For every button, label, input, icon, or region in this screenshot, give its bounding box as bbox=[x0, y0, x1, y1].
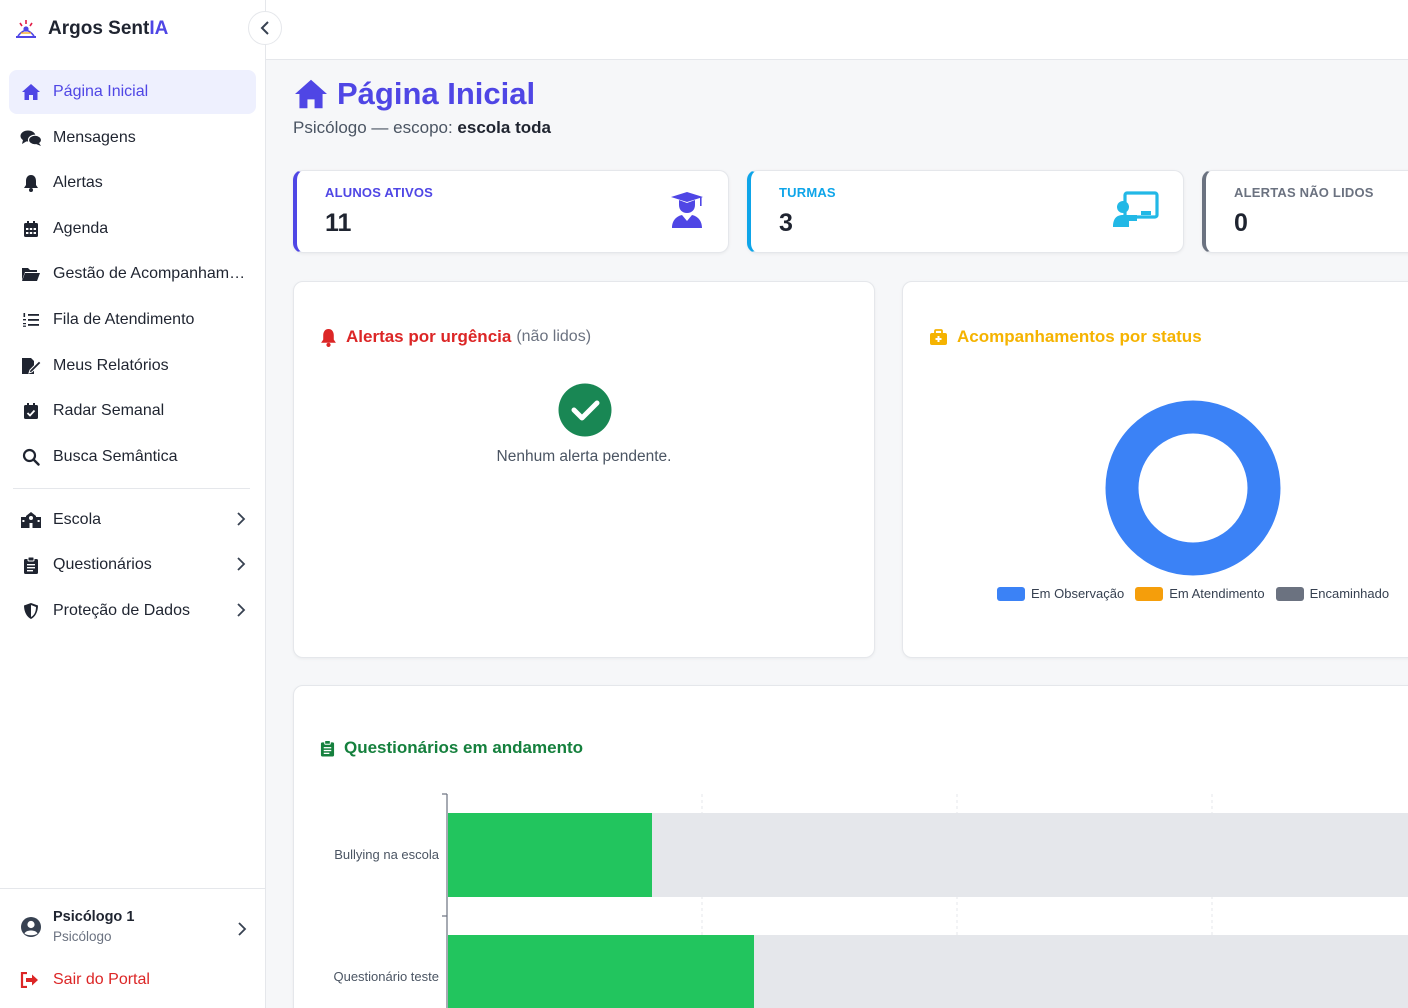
stat-value: 3 bbox=[779, 209, 793, 237]
sidebar-divider bbox=[13, 487, 250, 489]
comments-icon bbox=[20, 128, 42, 148]
legend-swatch bbox=[997, 586, 1025, 601]
status-panel: Acompanhamentos por status Em Observação… bbox=[902, 281, 1408, 658]
stat-card-alertas-nao-lidos[interactable]: ALERTAS NÃO LIDOS 0 bbox=[1202, 170, 1408, 253]
chevron-right-icon bbox=[237, 512, 246, 526]
page-title: Página Inicial bbox=[293, 76, 535, 112]
user-profile[interactable]: Psicólogo 1 Psicólogo bbox=[20, 909, 134, 944]
sidebar-nav: Página Inicial Mensagens Alertas Agenda … bbox=[0, 58, 265, 633]
argos-logo-icon bbox=[16, 20, 36, 38]
sidebar-group-questionarios[interactable]: Questionários bbox=[9, 543, 256, 587]
bar[interactable] bbox=[448, 813, 652, 897]
sidebar-group-protecao-dados[interactable]: Proteção de Dados bbox=[9, 589, 256, 633]
sidebar-item-meus-relatorios[interactable]: Meus Relatórios bbox=[9, 344, 256, 388]
chevron-right-icon bbox=[237, 603, 246, 617]
calendar-icon bbox=[20, 219, 42, 239]
stat-label: ALUNOS ATIVOS bbox=[325, 185, 434, 200]
edit-report-icon bbox=[20, 356, 42, 376]
user-role: Psicólogo bbox=[53, 929, 112, 944]
stat-card-alunos-ativos[interactable]: ALUNOS ATIVOS 11 bbox=[293, 170, 729, 253]
chalkboard-teacher-icon bbox=[1113, 191, 1159, 227]
top-bar bbox=[266, 0, 1408, 60]
bell-icon bbox=[321, 328, 336, 347]
legend-item[interactable]: Em Observação bbox=[997, 586, 1124, 601]
sidebar-item-alertas[interactable]: Alertas bbox=[9, 161, 256, 205]
home-icon bbox=[295, 79, 327, 109]
bar-category-label: Bullying na escola bbox=[334, 847, 440, 862]
check-circle-icon bbox=[558, 383, 612, 437]
sidebar: Argos SentIA Página Inicial Mensagens Al… bbox=[0, 0, 266, 1008]
sidebar-item-fila-atendimento[interactable]: Fila de Atendimento bbox=[9, 298, 256, 342]
stat-card-turmas[interactable]: TURMAS 3 bbox=[747, 170, 1184, 253]
user-graduate-icon bbox=[671, 192, 703, 228]
sidebar-item-mensagens[interactable]: Mensagens bbox=[9, 116, 256, 160]
status-donut-chart bbox=[1105, 400, 1281, 576]
sidebar-item-busca-semantica[interactable]: Busca Semântica bbox=[9, 435, 256, 479]
sidebar-item-pagina-inicial[interactable]: Página Inicial bbox=[9, 70, 256, 114]
calendar-check-icon bbox=[20, 401, 42, 421]
legend-swatch bbox=[1275, 586, 1304, 601]
questionnaires-bar-chart: Bullying na escola Questionário teste bbox=[333, 793, 1408, 1008]
bar[interactable] bbox=[448, 935, 754, 1008]
sign-out-icon bbox=[20, 972, 38, 988]
status-panel-title: Acompanhamentos por status bbox=[929, 327, 1202, 347]
chevron-right-icon bbox=[237, 557, 246, 571]
collapse-sidebar-button[interactable] bbox=[248, 11, 282, 45]
search-icon bbox=[20, 447, 42, 467]
logout-link[interactable]: Sair do Portal bbox=[20, 971, 150, 989]
sidebar-item-agenda[interactable]: Agenda bbox=[9, 207, 256, 251]
folder-open-icon bbox=[20, 264, 42, 284]
sidebar-item-radar-semanal[interactable]: Radar Semanal bbox=[9, 389, 256, 433]
status-chart-legend: Em Observação Em Atendimento Encaminhado bbox=[997, 586, 1400, 601]
user-block: Psicólogo 1 Psicólogo Sair do Portal bbox=[0, 888, 265, 1008]
shield-icon bbox=[20, 601, 42, 621]
sidebar-group-escola[interactable]: Escola bbox=[9, 498, 256, 542]
page-subtitle: Psicólogo — escopo: escola toda bbox=[293, 118, 551, 137]
school-icon bbox=[20, 510, 42, 530]
brand[interactable]: Argos SentIA bbox=[0, 0, 265, 58]
briefcase-medical-icon bbox=[930, 328, 947, 345]
brand-name: Argos SentIA bbox=[48, 18, 169, 39]
donut-slice[interactable] bbox=[1105, 400, 1281, 576]
user-avatar-icon bbox=[21, 916, 41, 937]
sidebar-item-gestao-acompanhamentos[interactable]: Gestão de Acompanhame… bbox=[9, 252, 256, 296]
chevron-left-icon bbox=[260, 21, 269, 35]
bell-icon bbox=[20, 173, 42, 193]
legend-item[interactable]: Encaminhado bbox=[1275, 586, 1390, 601]
stat-value: 0 bbox=[1234, 209, 1248, 237]
alerts-panel: Alertas por urgência (não lidos) Nenhum a… bbox=[293, 281, 875, 658]
alerts-empty-text: Nenhum alerta pendente. bbox=[496, 448, 672, 465]
clipboard-icon bbox=[20, 555, 42, 575]
stat-label: ALERTAS NÃO LIDOS bbox=[1234, 185, 1374, 200]
bar-category-label: Questionário teste bbox=[333, 969, 439, 984]
legend-label: Encaminhado bbox=[1309, 586, 1390, 601]
legend-swatch bbox=[1135, 586, 1164, 601]
home-icon bbox=[20, 82, 42, 102]
legend-label: Em Observação bbox=[1031, 586, 1125, 601]
legend-label: Em Atendimento bbox=[1169, 586, 1265, 601]
stat-label: TURMAS bbox=[779, 185, 836, 200]
questionnaires-panel: Questionários em andamento Bullying na e… bbox=[293, 685, 1408, 1008]
list-ordered-icon bbox=[20, 310, 42, 330]
alerts-panel-title: Alertas por urgência (não lidos) bbox=[320, 327, 591, 347]
chevron-right-icon[interactable] bbox=[237, 921, 247, 937]
stat-value: 11 bbox=[325, 209, 352, 237]
legend-item[interactable]: Em Atendimento bbox=[1135, 586, 1265, 601]
user-name: Psicólogo 1 bbox=[53, 909, 135, 925]
